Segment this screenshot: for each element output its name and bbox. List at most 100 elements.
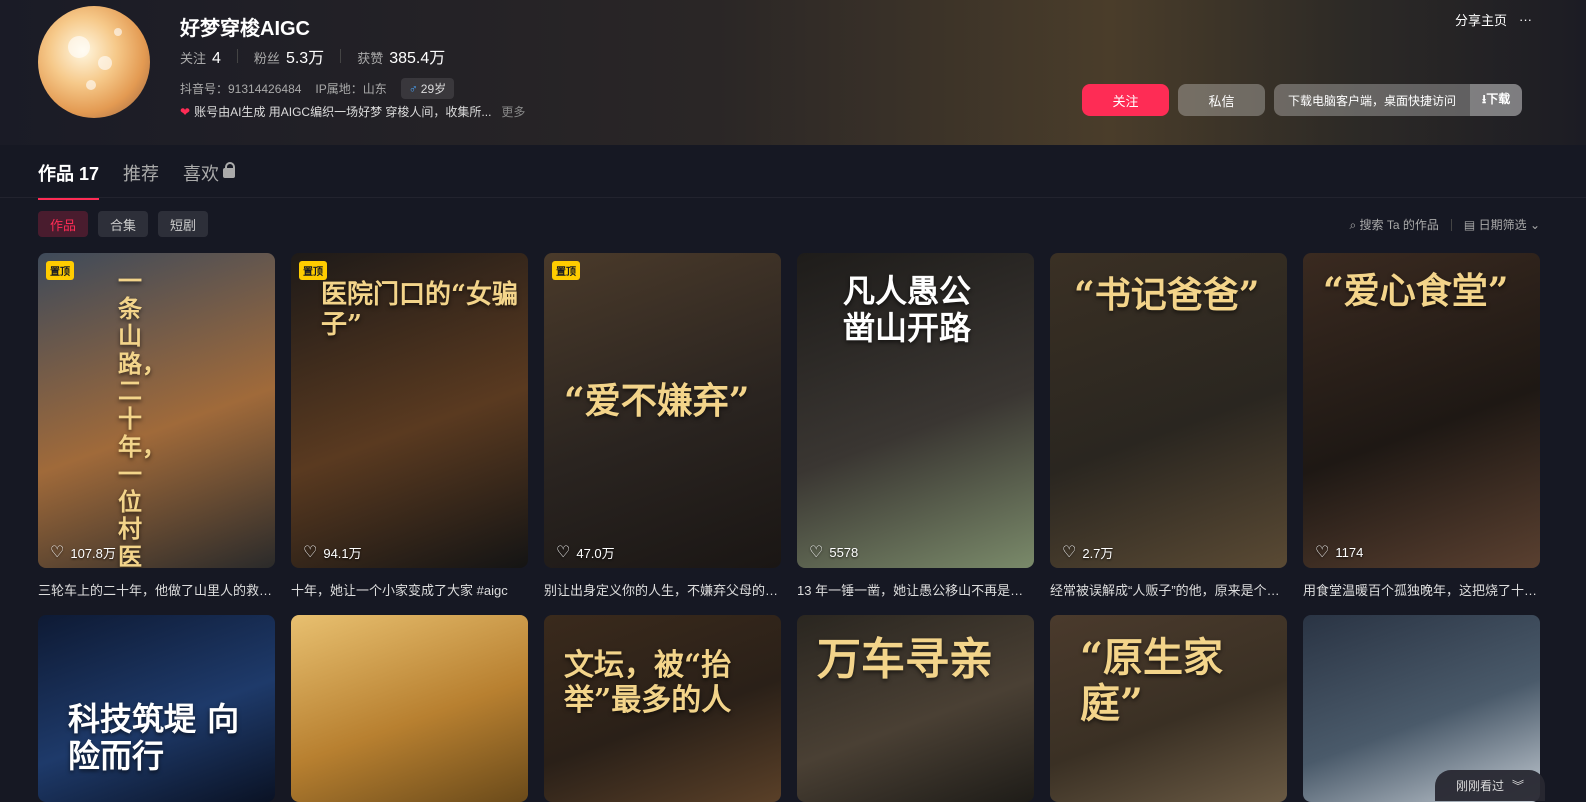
thumbnail-title-art: 科技筑堤 向险而行 (68, 700, 240, 775)
likes-count: 2.7万 (1082, 545, 1114, 561)
profile-header: 好梦穿梭AIGC 关注 4 粉丝 5.3万 获赞 385.4万 抖音号：9131… (0, 0, 1586, 145)
thumbnail-title-art: 凡人愚公 凿山开路 (843, 272, 972, 347)
ip-location: IP属地：山东 (315, 82, 387, 96)
date-filter[interactable]: ▤ 日期筛选 ⌄ (1464, 216, 1540, 233)
works-tools: ⌕ 搜索 Ta 的作品 ▤ 日期筛选 ⌄ (1349, 216, 1540, 233)
chip-works[interactable]: 作品 (38, 211, 89, 237)
age: 29岁 (420, 82, 447, 96)
video-thumbnail[interactable]: 医院门口的“女骗子” 置顶 ♡ 94.1万 (291, 253, 528, 568)
video-thumbnail[interactable]: 万车寻亲 (797, 615, 1034, 802)
video-thumbnail[interactable]: 文坛，被“抬举”最多的人 (544, 615, 781, 802)
pinned-badge: 置顶 (552, 261, 580, 280)
video-thumbnail[interactable] (291, 615, 528, 802)
likes-count: 107.8万 (70, 545, 116, 561)
video-card[interactable]: “原生家庭” (1050, 615, 1287, 802)
video-card[interactable]: “爱不嫌弃” 置顶 ♡ 47.0万别让出身定义你的人生，不嫌弃父母的平凡 (544, 253, 781, 599)
lock-icon (223, 162, 236, 179)
search-works-label: 搜索 Ta 的作品 (1359, 218, 1439, 232)
just-seen-button[interactable]: 刚刚看过 ︾ (1435, 770, 1545, 801)
video-likes: ♡ 94.1万 (303, 542, 362, 562)
video-likes: ♡ 47.0万 (556, 542, 615, 562)
thumbnail-title-art: “爱心食堂” (1323, 270, 1509, 312)
video-caption[interactable]: 三轮车上的二十年，他做了山里人的救命稻草 #aigc (38, 580, 275, 599)
video-card[interactable]: 一条山路，二十年，一位村医的坚守 置顶 ♡ 107.8万三轮车上的二十年，他做了山里人… (38, 253, 275, 599)
download-button[interactable]: ⭳下载 (1470, 84, 1523, 116)
video-thumbnail[interactable]: 凡人愚公 凿山开路 ♡ 5578 (797, 253, 1034, 568)
video-likes: ♡ 2.7万 (1062, 542, 1113, 562)
tab-works[interactable]: 作品 17 (38, 160, 100, 200)
video-card[interactable]: 科技筑堤 向险而行 (38, 615, 275, 802)
bio-more-link[interactable]: 更多 (501, 103, 525, 120)
likes-count: 94.1万 (323, 545, 362, 561)
followers-label: 粉丝 (253, 51, 280, 66)
following-stat[interactable]: 关注 4 (180, 48, 221, 68)
video-thumbnail[interactable]: “爱心食堂” ♡ 1174 (1303, 253, 1540, 568)
profile-stats: 关注 4 粉丝 5.3万 获赞 385.4万 (180, 44, 445, 68)
bio-text: 账号由AI生成 用AIGC编织一场好梦 穿梭人间，收集所... (194, 105, 492, 119)
message-button[interactable]: 私信 (1178, 84, 1265, 116)
video-caption[interactable]: 13 年一锤一凿，她让愚公移山不再是传说 (797, 580, 1034, 599)
tab-recommend-label: 推荐 (123, 164, 160, 184)
profile-bio: ❤ 账号由AI生成 用AIGC编织一场好梦 穿梭人间，收集所... 更多 (180, 103, 525, 120)
likes-label: 获赞 (357, 51, 384, 66)
video-likes: ♡ 1174 (1315, 542, 1363, 562)
chip-short-drama[interactable]: 短剧 (158, 211, 209, 237)
followers-stat[interactable]: 粉丝 5.3万 (254, 44, 324, 68)
heart-outline-icon: ♡ (809, 544, 824, 561)
pinned-badge: 置顶 (299, 261, 327, 280)
following-count: 4 (212, 50, 221, 67)
tab-recommend[interactable]: 推荐 (123, 160, 159, 200)
share-profile-link[interactable]: 分享主页 (1455, 10, 1507, 29)
follow-button[interactable]: 关注 (1082, 84, 1169, 116)
video-thumbnail[interactable]: “原生家庭” (1050, 615, 1287, 802)
filter-chips: 作品 合集 短剧 (38, 211, 209, 237)
video-card[interactable]: 万车寻亲 (797, 615, 1034, 802)
video-thumbnail[interactable]: “书记爸爸” ♡ 2.7万 (1050, 253, 1287, 568)
followers-count: 5.3万 (285, 50, 325, 67)
tab-likes-label: 喜欢 (183, 164, 220, 184)
video-caption[interactable]: 经常被误解成“人贩子”的他，原来是个好书记 (1050, 580, 1287, 599)
thumbnail-title-art: “爱不嫌弃” (564, 380, 750, 422)
tab-likes[interactable]: 喜欢 (183, 160, 236, 200)
stat-divider (236, 49, 238, 63)
tabs-divider (0, 197, 1586, 198)
video-caption[interactable]: 十年，她让一个小家变成了大家 #aigc (291, 580, 528, 599)
heart-icon: ❤ (180, 104, 191, 119)
heart-outline-icon: ♡ (1062, 544, 1077, 561)
video-caption[interactable]: 用食堂温暖百个孤独晚年，这把烧了十年的火 (1303, 580, 1540, 599)
pinned-badge: 置顶 (46, 261, 74, 280)
avatar[interactable] (38, 6, 150, 118)
thumbnail-title-art: 医院门口的“女骗子” (321, 280, 518, 340)
search-icon: ⌕ (1349, 218, 1357, 232)
download-client-text[interactable]: 下载电脑客户端，桌面快捷访问 (1274, 84, 1471, 116)
video-thumbnail[interactable]: 一条山路，二十年，一位村医的坚守 置顶 ♡ 107.8万 (38, 253, 275, 568)
stat-divider (340, 49, 342, 63)
video-card[interactable]: 医院门口的“女骗子” 置顶 ♡ 94.1万十年，她让一个小家变成了大家 #aigc (291, 253, 528, 599)
age-badge: ♂ 29岁 (400, 78, 455, 99)
more-options-icon[interactable]: ··· (1519, 12, 1532, 27)
heart-outline-icon: ♡ (50, 544, 65, 561)
following-label: 关注 (180, 51, 207, 66)
heart-outline-icon: ♡ (303, 544, 318, 561)
video-thumbnail[interactable]: “爱不嫌弃” 置顶 ♡ 47.0万 (544, 253, 781, 568)
chip-collections[interactable]: 合集 (98, 211, 149, 237)
search-works[interactable]: ⌕ 搜索 Ta 的作品 (1349, 216, 1438, 233)
double-chevron-down-icon: ︾ (1512, 779, 1525, 793)
video-card[interactable] (291, 615, 528, 802)
heart-outline-icon: ♡ (556, 544, 571, 561)
video-card[interactable]: 凡人愚公 凿山开路 ♡ 5578 13 年一锤一凿，她让愚公移山不再是传说 (797, 253, 1034, 599)
video-thumbnail[interactable]: 科技筑堤 向险而行 (38, 615, 275, 802)
chevron-down-icon: ⌄ (1529, 218, 1540, 232)
video-card[interactable]: “爱心食堂” ♡ 1174 用食堂温暖百个孤独晚年，这把烧了十年的火 (1303, 253, 1540, 599)
video-card[interactable]: “书记爸爸” ♡ 2.7万 经常被误解成“人贩子”的他，原来是个好书记 (1050, 253, 1287, 599)
likes-stat: 获赞 385.4万 (357, 44, 445, 68)
video-likes: ♡ 5578 (809, 542, 858, 562)
profile-tabs: 作品 17 推荐 喜欢 (38, 160, 236, 200)
tab-works-label: 作品 17 (38, 164, 100, 184)
video-caption[interactable]: 别让出身定义你的人生，不嫌弃父母的平凡 (544, 580, 781, 599)
likes-count: 5578 (829, 544, 859, 560)
douyin-id: 抖音号：91314426484 (180, 82, 302, 96)
just-seen-label: 刚刚看过 (1455, 779, 1504, 793)
video-card[interactable]: 文坛，被“抬举”最多的人 (544, 615, 781, 802)
video-grid: 一条山路，二十年，一位村医的坚守 置顶 ♡ 107.8万三轮车上的二十年，他做了山里人… (38, 253, 1540, 802)
